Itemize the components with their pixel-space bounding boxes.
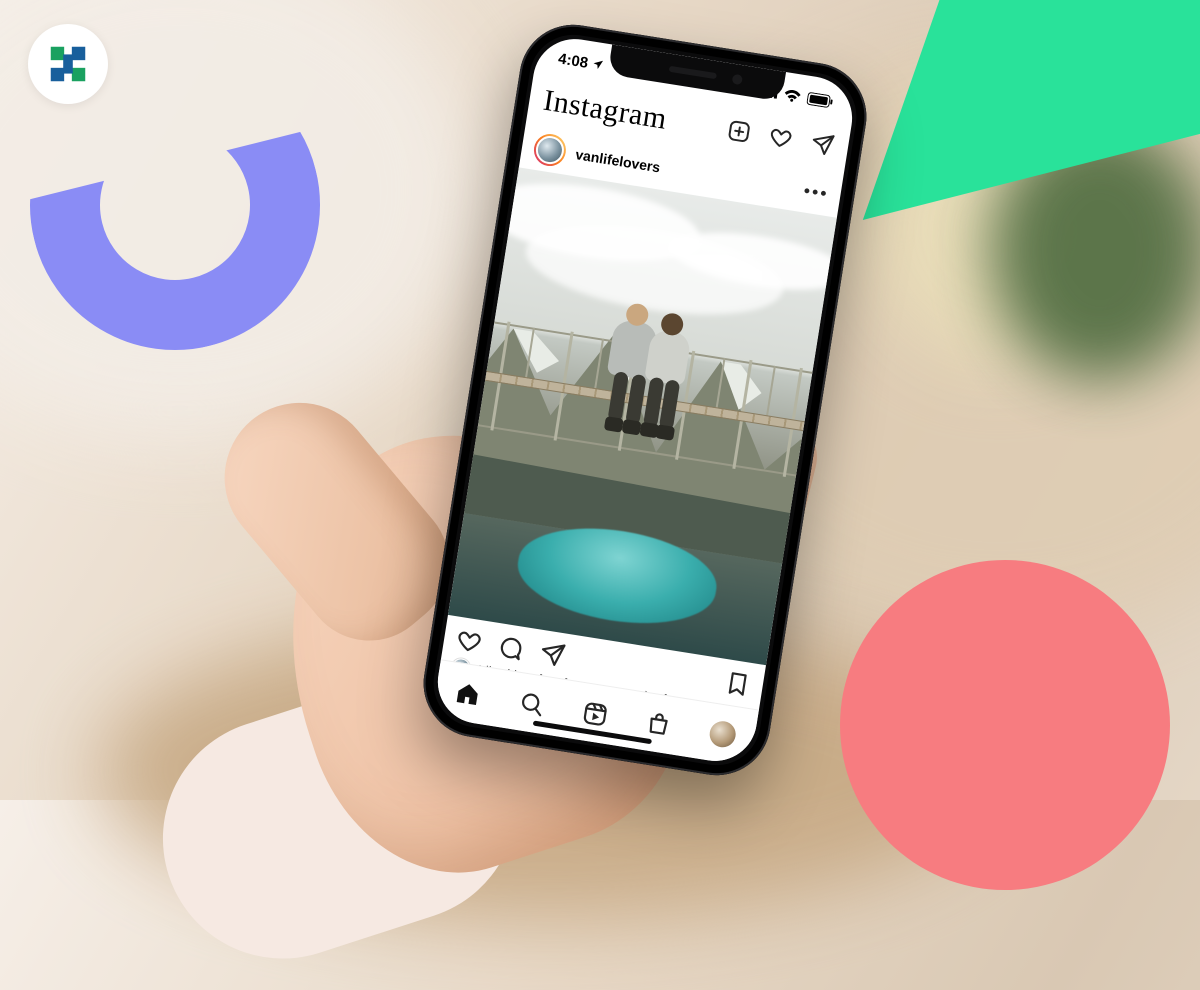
brand-logo-badge [28,24,108,104]
profile-tab[interactable] [708,719,738,749]
send-icon[interactable] [808,131,835,158]
clock-text: 4:08 [557,50,589,71]
status-time: 4:08 [557,50,605,74]
photo-people [580,298,719,445]
like-button[interactable] [454,627,484,657]
plus-square-icon[interactable] [725,118,752,145]
search-tab[interactable] [517,689,547,719]
author-avatar[interactable] [532,132,569,169]
comment-button[interactable] [496,633,526,663]
shop-tab[interactable] [644,709,674,739]
wifi-icon [783,87,803,103]
battery-icon [806,91,834,108]
share-button[interactable] [537,640,567,670]
save-button[interactable] [723,669,753,699]
author-username: vanlifelovers [574,146,661,175]
more-icon[interactable]: ••• [802,180,830,205]
home-tab[interactable] [453,679,483,709]
brand-logo-icon [45,41,91,87]
location-arrow-icon [591,58,605,72]
reels-tab[interactable] [580,699,610,729]
decor-circle [840,560,1170,890]
post-photo[interactable] [448,167,837,665]
heart-icon[interactable] [767,124,794,151]
